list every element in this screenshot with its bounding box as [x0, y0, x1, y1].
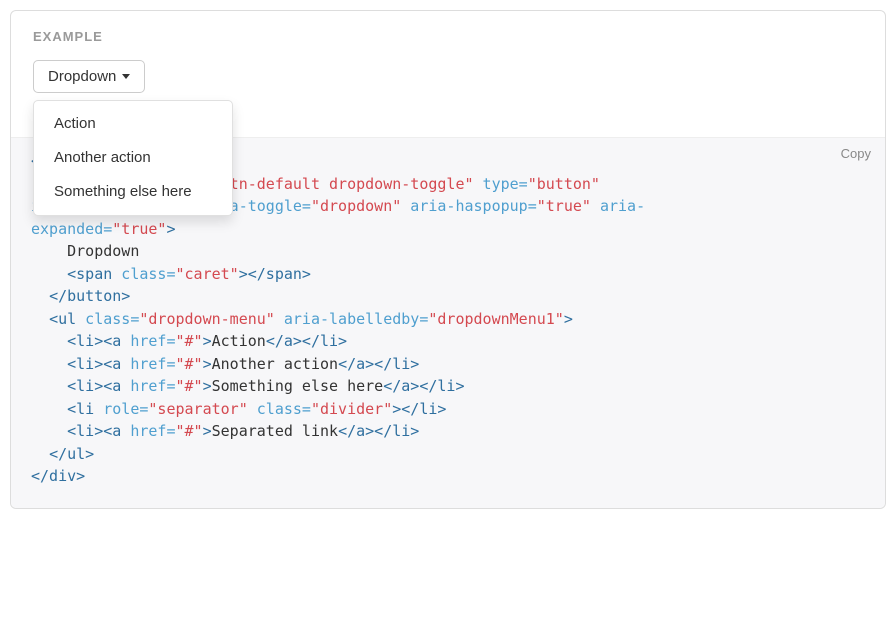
dropdown-toggle-button[interactable]: Dropdown — [33, 60, 145, 93]
dropdown-item-action[interactable]: Action — [34, 107, 232, 141]
example-section: EXAMPLE Dropdown Action Another action S… — [11, 11, 885, 137]
dropdown-item-something-else[interactable]: Something else here — [34, 175, 232, 209]
copy-button[interactable]: Copy — [841, 146, 871, 161]
dropdown-menu: Action Another action Something else her… — [33, 100, 233, 216]
example-panel: EXAMPLE Dropdown Action Another action S… — [10, 10, 886, 509]
section-label: EXAMPLE — [33, 29, 863, 44]
dropdown-item-another-action[interactable]: Another action — [34, 141, 232, 175]
dropdown: Dropdown Action Another action Something… — [33, 60, 145, 93]
caret-icon — [122, 74, 130, 79]
dropdown-button-label: Dropdown — [48, 68, 116, 85]
